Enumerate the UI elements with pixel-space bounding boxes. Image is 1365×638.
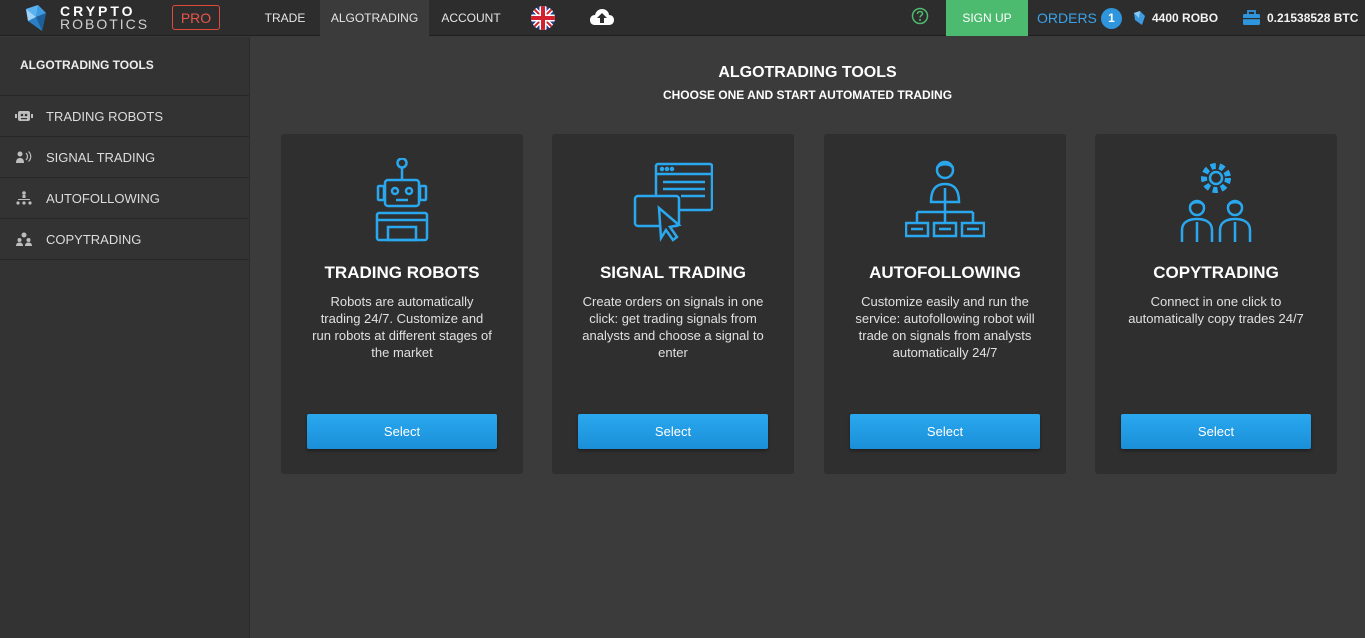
card-copytrading: COPYTRADING Connect in one click to auto… bbox=[1095, 134, 1337, 474]
page-title: ALGOTRADING TOOLS bbox=[718, 64, 897, 81]
card-title: COPYTRADING bbox=[1153, 263, 1279, 282]
card-description: Robots are automatically trading 24/7. C… bbox=[312, 294, 492, 360]
card-trading-robots: TRADING ROBOTS Robots are automatically … bbox=[281, 134, 523, 474]
logo-text: CRYPTO ROBOTICS bbox=[60, 4, 150, 32]
copy-users-icon bbox=[16, 232, 32, 246]
card-description: Customize easily and run the service: au… bbox=[855, 294, 1035, 360]
select-copytrading-button[interactable]: Select bbox=[1121, 414, 1311, 449]
hierarchy-icon bbox=[16, 191, 32, 205]
orders-button[interactable]: ORDERS 1 bbox=[1037, 0, 1122, 36]
gear-users-icon bbox=[1180, 163, 1252, 242]
sidebar: ALGOTRADING TOOLS TRADING ROBOTS SIGNAL … bbox=[0, 37, 250, 638]
sidebar-item-copytrading[interactable]: COPYTRADING bbox=[0, 219, 249, 260]
sidebar-item-label: TRADING ROBOTS bbox=[46, 108, 164, 124]
card-title: AUTOFOLLOWING bbox=[869, 263, 1021, 282]
logo[interactable]: CRYPTO ROBOTICS bbox=[22, 0, 149, 36]
signal-window-cursor-icon bbox=[633, 162, 713, 242]
sidebar-item-trading-robots[interactable]: TRADING ROBOTS bbox=[0, 96, 249, 137]
help-icon[interactable] bbox=[911, 7, 929, 25]
orders-count-badge: 1 bbox=[1100, 7, 1122, 29]
nav-algotrading[interactable]: ALGOTRADING bbox=[320, 0, 429, 36]
crystal-logo-icon bbox=[26, 5, 46, 31]
select-autofollowing-button[interactable]: Select bbox=[850, 414, 1040, 449]
robo-token-icon bbox=[1134, 11, 1145, 25]
select-signal-trading-button[interactable]: Select bbox=[578, 414, 768, 449]
page-subtitle: CHOOSE ONE AND START AUTOMATED TRADING bbox=[662, 88, 953, 102]
orders-label: ORDERS bbox=[1037, 10, 1097, 26]
btc-balance-value: 0.21538528 BTC bbox=[1267, 11, 1359, 25]
card-description: Connect in one click to automatically co… bbox=[1128, 294, 1304, 326]
nav-trade[interactable]: TRADE bbox=[250, 0, 320, 36]
robo-balance[interactable]: 4400 ROBO bbox=[1132, 0, 1218, 36]
card-autofollowing: AUTOFOLLOWING Customize easily and run t… bbox=[824, 134, 1066, 474]
uk-flag-icon[interactable] bbox=[531, 6, 555, 30]
sign-up-button[interactable]: SIGN UP bbox=[946, 0, 1028, 36]
sidebar-item-signal-trading[interactable]: SIGNAL TRADING bbox=[0, 137, 249, 178]
logo-line-2: ROBOTICS bbox=[60, 16, 150, 32]
sidebar-title: ALGOTRADING TOOLS bbox=[0, 37, 249, 96]
pro-badge[interactable]: PRO bbox=[172, 5, 220, 30]
card-title: SIGNAL TRADING bbox=[599, 263, 747, 282]
robot-icon bbox=[15, 111, 33, 121]
top-bar: CRYPTO ROBOTICS PRO TRADE ALGOTRADING AC… bbox=[0, 0, 1365, 36]
card-signal-trading: SIGNAL TRADING Create orders on signals … bbox=[552, 134, 794, 474]
sidebar-item-label: COPYTRADING bbox=[46, 231, 142, 247]
sidebar-item-label: AUTOFOLLOWING bbox=[46, 190, 160, 206]
robo-balance-value: 4400 ROBO bbox=[1152, 11, 1219, 25]
signal-person-icon bbox=[16, 151, 32, 163]
btc-balance[interactable]: 0.21538528 BTC bbox=[1242, 0, 1358, 36]
org-chart-person-icon bbox=[905, 160, 985, 238]
select-trading-robots-button[interactable]: Select bbox=[307, 414, 497, 449]
sidebar-item-label: SIGNAL TRADING bbox=[46, 149, 156, 165]
card-description: Create orders on signals in one click: g… bbox=[582, 294, 764, 360]
cloud-upload-icon[interactable] bbox=[589, 6, 615, 28]
nav-account[interactable]: ACCOUNT bbox=[429, 0, 513, 36]
card-title: TRADING ROBOTS bbox=[324, 263, 480, 282]
sidebar-item-autofollowing[interactable]: AUTOFOLLOWING bbox=[0, 178, 249, 219]
briefcase-icon bbox=[1243, 10, 1260, 25]
robot-icon bbox=[375, 158, 429, 242]
